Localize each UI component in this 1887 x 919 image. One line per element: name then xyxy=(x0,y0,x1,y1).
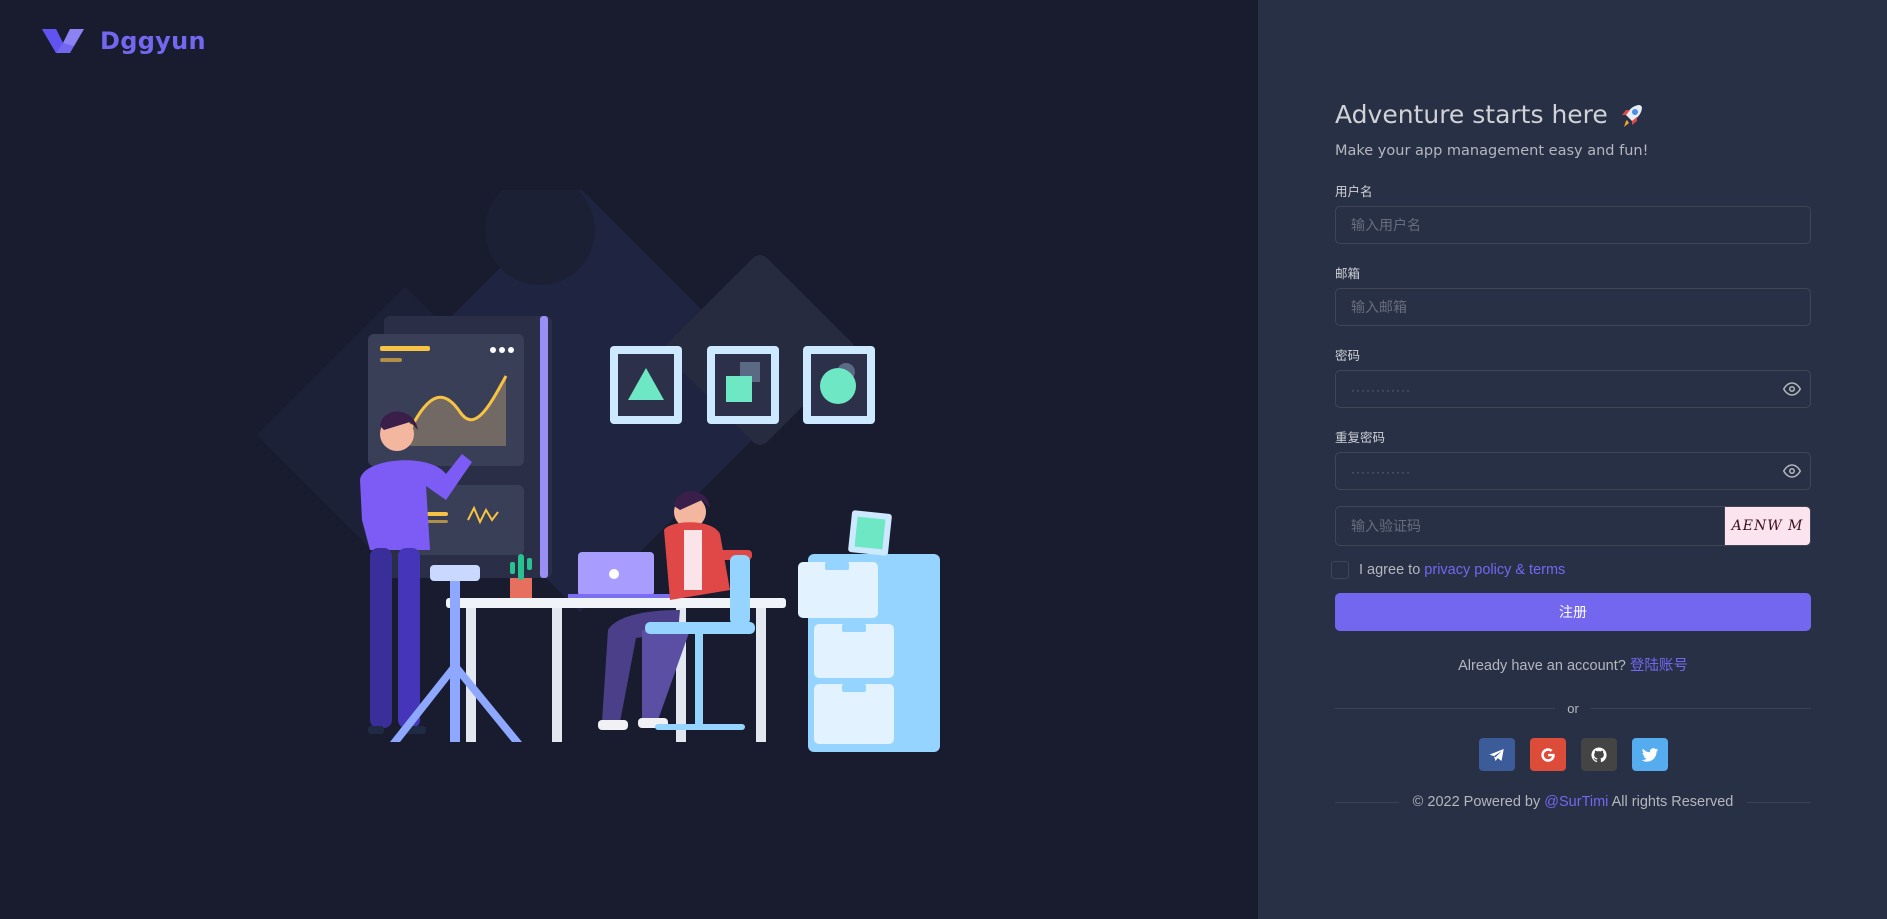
twitter-icon xyxy=(1641,747,1658,762)
username-input[interactable] xyxy=(1335,206,1811,244)
telegram-button[interactable] xyxy=(1478,738,1515,771)
confirm-password-input[interactable] xyxy=(1335,452,1811,490)
github-icon xyxy=(1590,746,1607,762)
email-label: 邮箱 xyxy=(1335,267,1361,281)
username-label: 用户名 xyxy=(1335,185,1373,199)
signin-row: Already have an account? 登陆账号 xyxy=(1335,654,1811,675)
office-workers-illustration-icon xyxy=(256,190,940,752)
eye-icon[interactable] xyxy=(1783,380,1801,398)
telegram-icon xyxy=(1489,748,1504,761)
left-pane: Dggyun xyxy=(0,0,1258,919)
username-field: 用户名 xyxy=(1335,181,1811,244)
agree-terms: I agree to privacy policy & terms xyxy=(1331,561,1811,579)
privacy-terms-link[interactable]: privacy policy & terms xyxy=(1424,562,1565,578)
captcha-image[interactable]: AENW M xyxy=(1725,506,1811,546)
register-form: Adventure starts here Make your app mana… xyxy=(1331,100,1811,810)
agree-checkbox[interactable] xyxy=(1331,561,1349,579)
google-icon xyxy=(1540,747,1555,762)
rocket-icon xyxy=(1621,104,1642,127)
google-button[interactable] xyxy=(1529,738,1566,771)
confirm-password-label: 重复密码 xyxy=(1335,431,1386,445)
footer-suffix: All rights Reserved xyxy=(1611,794,1734,810)
email-input[interactable] xyxy=(1335,288,1811,326)
password-input[interactable] xyxy=(1335,370,1811,408)
signin-text: Already have an account? xyxy=(1458,658,1626,674)
twitter-button[interactable] xyxy=(1631,738,1668,771)
confirm-password-field: 重复密码 xyxy=(1335,427,1811,490)
or-label: or xyxy=(1567,701,1579,716)
footer-author-link[interactable]: @SurTimi xyxy=(1544,794,1608,810)
register-panel: Adventure starts here Make your app mana… xyxy=(1258,0,1887,919)
eye-icon[interactable] xyxy=(1783,462,1801,480)
page-title: Adventure starts here xyxy=(1335,100,1811,129)
footer: © 2022 Powered by @SurTimi All rights Re… xyxy=(1335,794,1811,810)
brand-name: Dggyun xyxy=(100,27,206,55)
agree-text: I agree to xyxy=(1359,562,1421,578)
password-label: 密码 xyxy=(1335,349,1361,363)
signin-link[interactable]: 登陆账号 xyxy=(1630,658,1688,674)
page-subtitle: Make your app management easy and fun! xyxy=(1335,143,1649,159)
social-login xyxy=(1335,738,1811,771)
page-title-text: Adventure starts here xyxy=(1335,100,1608,129)
brand[interactable]: Dggyun xyxy=(42,26,206,56)
or-divider: or xyxy=(1335,701,1811,716)
github-button[interactable] xyxy=(1580,738,1617,771)
captcha-row: AENW M xyxy=(1335,506,1811,546)
email-field: 邮箱 xyxy=(1335,263,1811,326)
captcha-input[interactable] xyxy=(1335,506,1725,546)
password-field: 密码 xyxy=(1335,345,1811,408)
vuexy-v-logo-icon xyxy=(42,29,84,53)
footer-prefix: © 2022 Powered by xyxy=(1412,794,1541,810)
register-button[interactable]: 注册 xyxy=(1335,593,1811,631)
